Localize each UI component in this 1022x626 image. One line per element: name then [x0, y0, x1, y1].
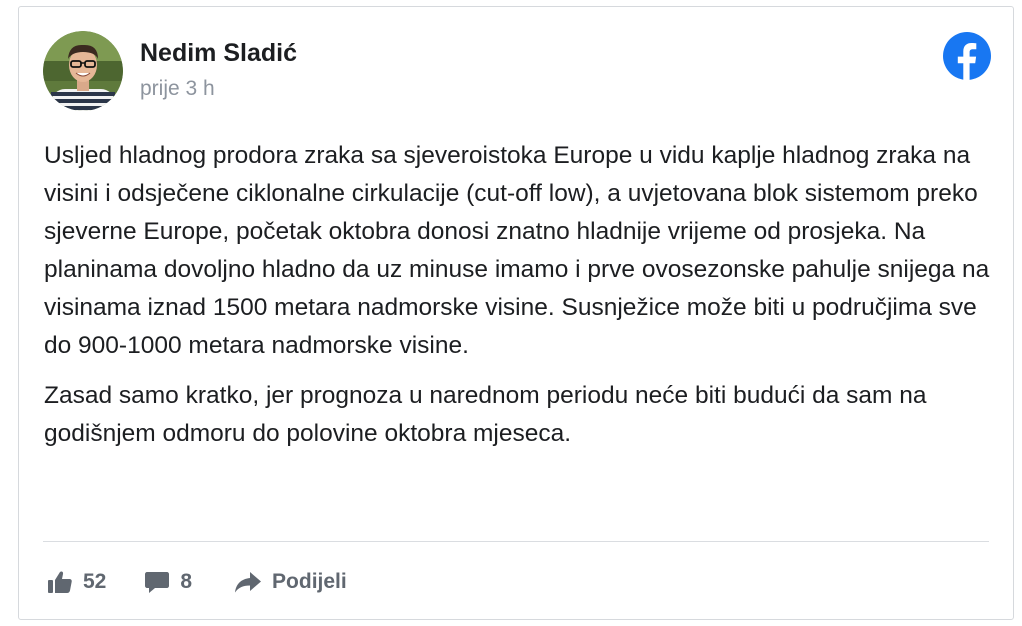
share-button[interactable]: Podijeli — [234, 569, 347, 595]
author-name[interactable]: Nedim Sladić — [140, 39, 297, 68]
post-paragraph: Usljed hladnog prodora zraka sa sjeveroi… — [44, 142, 990, 359]
author-avatar[interactable] — [43, 31, 123, 111]
comment-count: 8 — [180, 570, 193, 593]
speech-bubble-icon — [144, 569, 170, 595]
share-label: Podijeli — [272, 570, 347, 593]
like-button[interactable]: 52 — [47, 569, 106, 595]
comment-button[interactable]: 8 — [144, 569, 192, 595]
facebook-post-card: Nedim Sladić prije 3 h Usljed hladnog pr… — [18, 6, 1014, 620]
share-arrow-icon — [234, 569, 262, 595]
post-timestamp[interactable]: prije 3 h — [140, 77, 215, 101]
post-body: Usljed hladnog prodora zraka sa sjeveroi… — [44, 137, 994, 465]
avatar-photo — [43, 31, 123, 111]
post-paragraph: Zasad samo kratko, jer prognoza u naredn… — [44, 382, 927, 447]
thumbs-up-icon — [47, 569, 73, 595]
like-count: 52 — [83, 570, 107, 593]
divider — [43, 541, 989, 542]
facebook-logo-icon[interactable] — [943, 32, 991, 80]
post-actions-bar: 52 8 Podijeli — [47, 565, 347, 599]
